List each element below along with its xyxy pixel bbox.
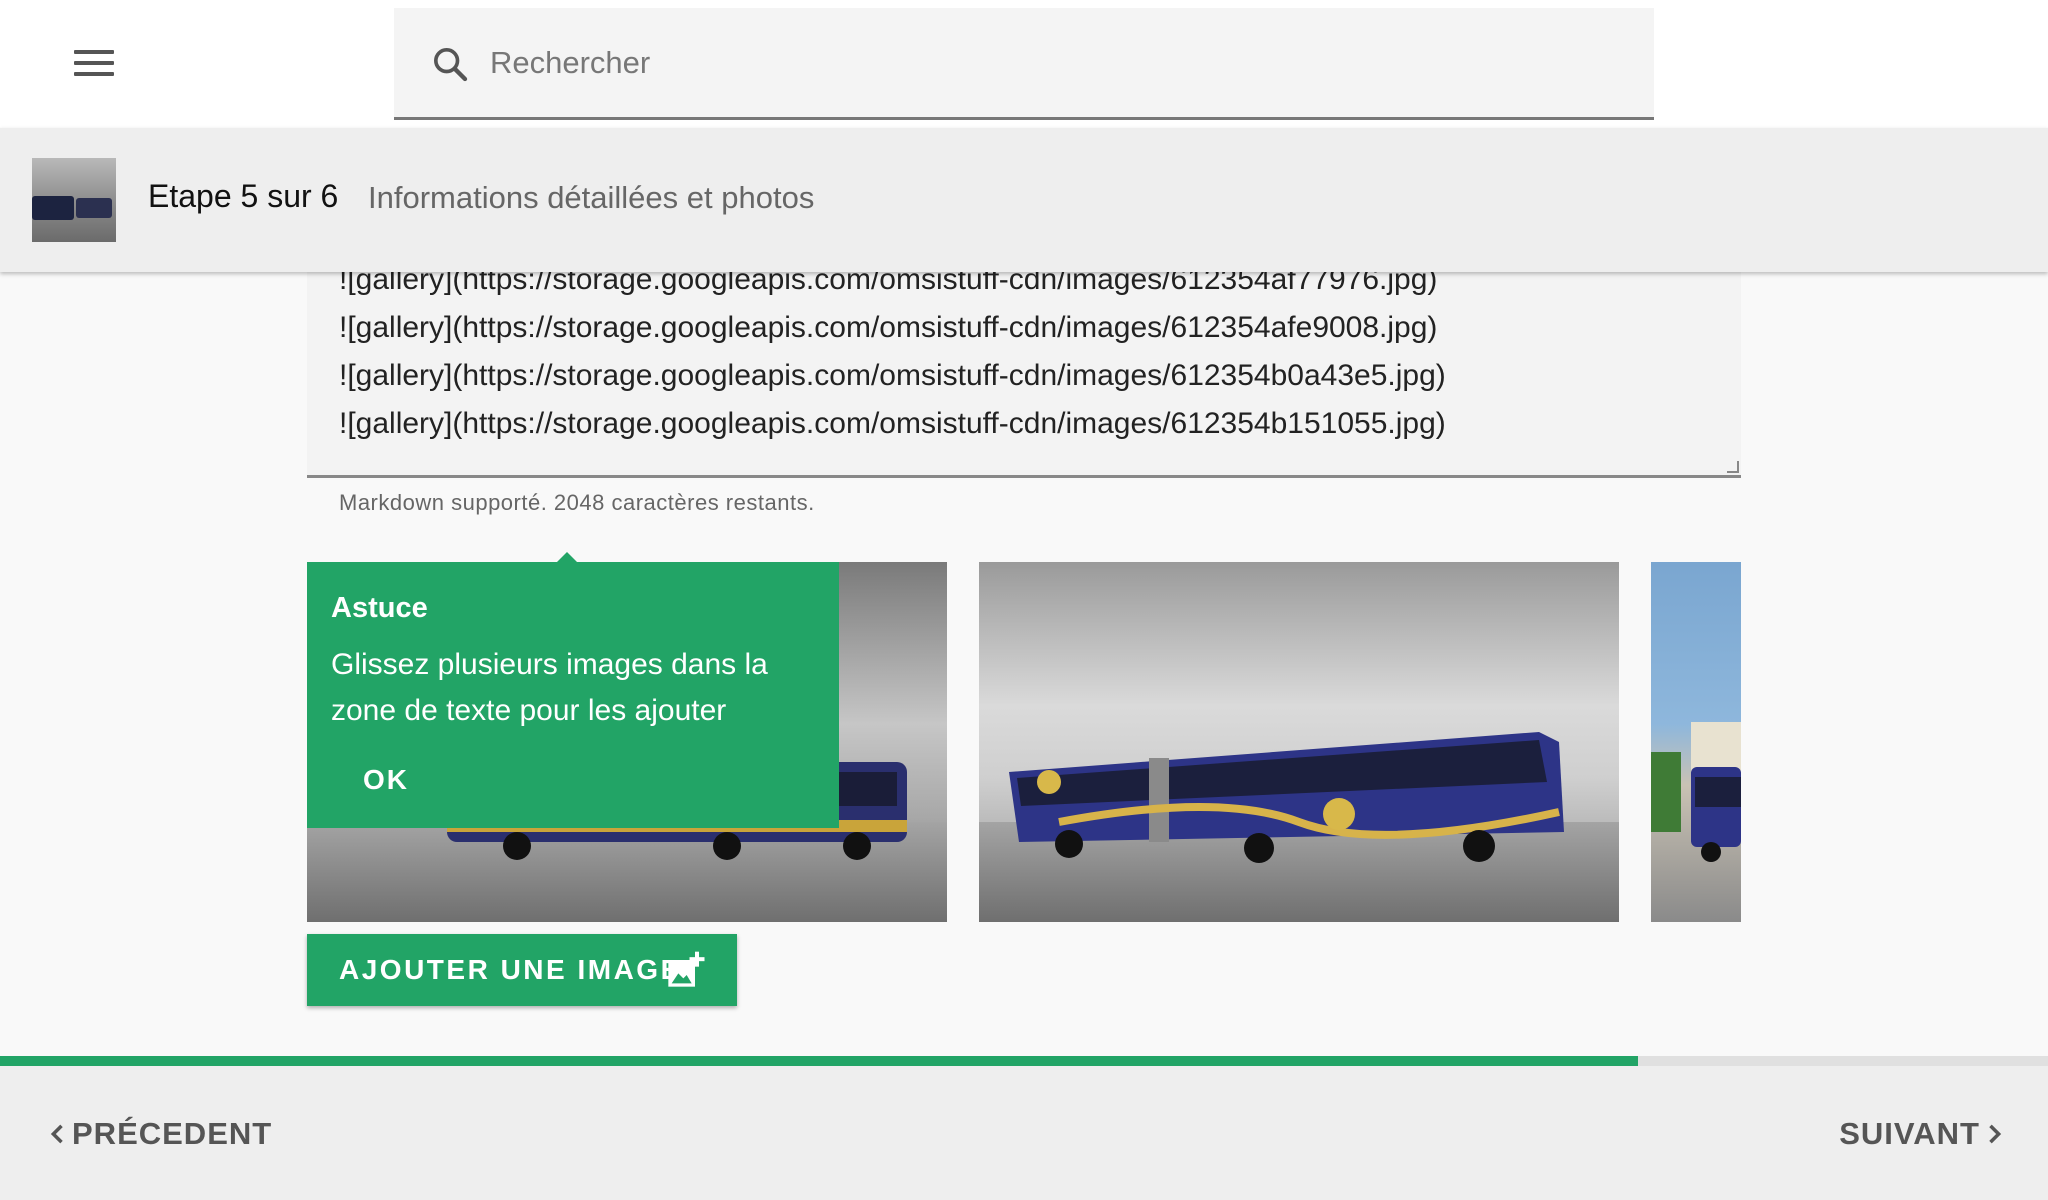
gallery-photo[interactable] [979,562,1619,922]
tip-body: Glissez plusieurs images dans la zone de… [331,648,768,727]
progress-fill [0,1056,1639,1066]
search-box[interactable] [394,8,1654,120]
previous-label: PRÉCEDENT [72,1116,273,1151]
step-subtitle: Informations détaillées et photos [368,180,815,215]
chevron-right-icon [1989,1124,2002,1144]
description-textarea[interactable]: ![gallery](https://storage.googleapis.co… [307,272,1741,478]
gallery-photo[interactable] [1651,562,1741,922]
add-image-button[interactable]: AJOUTER UNE IMAGE [307,934,737,1006]
helper-text: Markdown supporté. 2048 caractères resta… [339,490,815,515]
textarea-line: ![gallery](https://storage.googleapis.co… [339,311,1438,344]
add-photo-icon [668,951,705,987]
previous-button[interactable]: PRÉCEDENT [44,1106,272,1162]
search-icon [434,48,468,82]
step-thumbnail [32,158,116,242]
textarea-line: ![gallery](https://storage.googleapis.co… [339,407,1446,440]
tip-ok-button[interactable]: OK [347,756,425,804]
bus-image [1651,722,1741,862]
hamburger-menu-icon[interactable] [74,50,114,78]
next-label: SUIVANT [1839,1116,1980,1151]
tip-tooltip: Astuce Glissez plusieurs images dans la … [307,562,839,828]
tip-title: Astuce [331,592,428,624]
chevron-left-icon [50,1124,63,1144]
textarea-line: ![gallery](https://storage.googleapis.co… [339,359,1446,392]
resize-handle[interactable] [1727,461,1739,473]
textarea-line: ![gallery](https://storage.googleapis.co… [339,272,1438,296]
textarea-content: ![gallery](https://storage.googleapis.co… [339,272,1446,448]
step-header: Etape 5 sur 6 Informations détaillées et… [0,128,2048,272]
add-image-label: AJOUTER UNE IMAGE [339,954,682,985]
search-input[interactable] [490,38,1590,88]
step-progress-bar [0,1056,2048,1066]
bus-image [1009,732,1564,863]
bottom-navigation: PRÉCEDENT SUIVANT [0,1066,2048,1200]
next-button[interactable]: SUIVANT [1839,1106,2008,1162]
app-bar [0,0,2048,128]
step-title: Etape 5 sur 6 [148,178,339,214]
